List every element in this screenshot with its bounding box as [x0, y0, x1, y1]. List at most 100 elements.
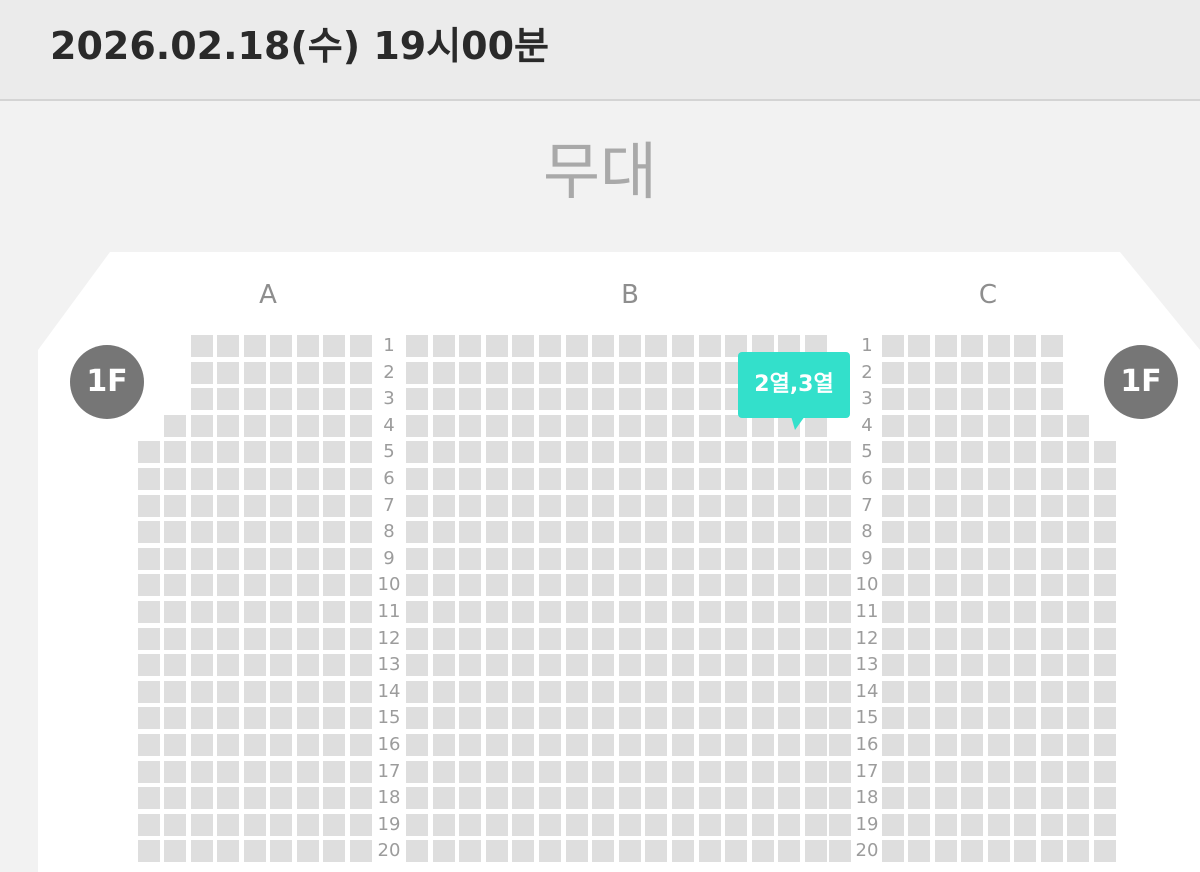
seat[interactable] [459, 707, 481, 729]
seat[interactable] [244, 548, 266, 570]
seat[interactable] [1041, 574, 1063, 596]
seat[interactable] [297, 787, 319, 809]
seat[interactable] [645, 335, 667, 357]
seat[interactable] [778, 521, 800, 543]
seat[interactable] [164, 761, 186, 783]
seat[interactable] [433, 734, 455, 756]
seat[interactable] [323, 628, 345, 650]
seat[interactable] [672, 521, 694, 543]
seat[interactable] [406, 734, 428, 756]
seat[interactable] [988, 415, 1010, 437]
seat[interactable] [645, 628, 667, 650]
seat[interactable] [217, 787, 239, 809]
seat[interactable] [935, 388, 957, 410]
seat[interactable] [592, 681, 614, 703]
seat[interactable] [1094, 707, 1116, 729]
seat[interactable] [882, 495, 904, 517]
seat[interactable] [619, 628, 641, 650]
seat[interactable] [486, 388, 508, 410]
seat[interactable] [908, 441, 930, 463]
seat[interactable] [323, 468, 345, 490]
seat[interactable] [988, 574, 1010, 596]
seat[interactable] [1014, 601, 1036, 623]
seat[interactable] [486, 495, 508, 517]
seat[interactable] [935, 707, 957, 729]
seat[interactable] [323, 415, 345, 437]
seat[interactable] [829, 654, 851, 676]
seat[interactable] [217, 441, 239, 463]
seat[interactable] [988, 681, 1010, 703]
seat[interactable] [805, 415, 827, 437]
seat[interactable] [935, 734, 957, 756]
seat[interactable] [1067, 415, 1089, 437]
seat[interactable] [1094, 681, 1116, 703]
seat[interactable] [882, 840, 904, 862]
seat[interactable] [191, 681, 213, 703]
seat[interactable] [592, 761, 614, 783]
seat[interactable] [961, 681, 983, 703]
seat[interactable] [752, 628, 774, 650]
seat[interactable] [592, 707, 614, 729]
seat[interactable] [512, 495, 534, 517]
seat[interactable] [805, 468, 827, 490]
seat[interactable] [725, 548, 747, 570]
seat[interactable] [270, 734, 292, 756]
seat[interactable] [935, 814, 957, 836]
seat[interactable] [619, 521, 641, 543]
seat[interactable] [1067, 574, 1089, 596]
seat[interactable] [270, 601, 292, 623]
seat[interactable] [988, 840, 1010, 862]
seat[interactable] [961, 415, 983, 437]
seat[interactable] [1041, 787, 1063, 809]
seat[interactable] [459, 787, 481, 809]
seat[interactable] [350, 601, 372, 623]
seat[interactable] [699, 362, 721, 384]
seat[interactable] [406, 707, 428, 729]
seat[interactable] [1067, 707, 1089, 729]
seat[interactable] [138, 548, 160, 570]
seat[interactable] [539, 362, 561, 384]
seat[interactable] [645, 601, 667, 623]
seat[interactable] [935, 601, 957, 623]
seat[interactable] [672, 468, 694, 490]
seat[interactable] [1094, 468, 1116, 490]
seat[interactable] [323, 495, 345, 517]
seat[interactable] [244, 362, 266, 384]
seat[interactable] [988, 707, 1010, 729]
seat[interactable] [512, 628, 534, 650]
seat[interactable] [191, 468, 213, 490]
seat[interactable] [164, 574, 186, 596]
seat[interactable] [350, 628, 372, 650]
seat[interactable] [882, 681, 904, 703]
seat[interactable] [350, 840, 372, 862]
seat[interactable] [1014, 362, 1036, 384]
seat[interactable] [1041, 681, 1063, 703]
seat[interactable] [323, 521, 345, 543]
seat[interactable] [297, 628, 319, 650]
seat[interactable] [244, 734, 266, 756]
seat[interactable] [1014, 840, 1036, 862]
seat[interactable] [1041, 601, 1063, 623]
seat[interactable] [406, 787, 428, 809]
seat[interactable] [297, 681, 319, 703]
seat[interactable] [486, 654, 508, 676]
seat[interactable] [592, 628, 614, 650]
seat[interactable] [297, 601, 319, 623]
seat[interactable] [297, 441, 319, 463]
seat[interactable] [217, 734, 239, 756]
seat[interactable] [486, 521, 508, 543]
seat[interactable] [566, 335, 588, 357]
seat[interactable] [1094, 734, 1116, 756]
seat[interactable] [539, 388, 561, 410]
seat[interactable] [829, 814, 851, 836]
seat[interactable] [988, 628, 1010, 650]
seat[interactable] [566, 574, 588, 596]
seat[interactable] [908, 628, 930, 650]
seat[interactable] [270, 840, 292, 862]
seat[interactable] [935, 335, 957, 357]
seat[interactable] [778, 548, 800, 570]
seat[interactable] [935, 761, 957, 783]
seat[interactable] [459, 601, 481, 623]
seat[interactable] [138, 761, 160, 783]
seat[interactable] [433, 601, 455, 623]
